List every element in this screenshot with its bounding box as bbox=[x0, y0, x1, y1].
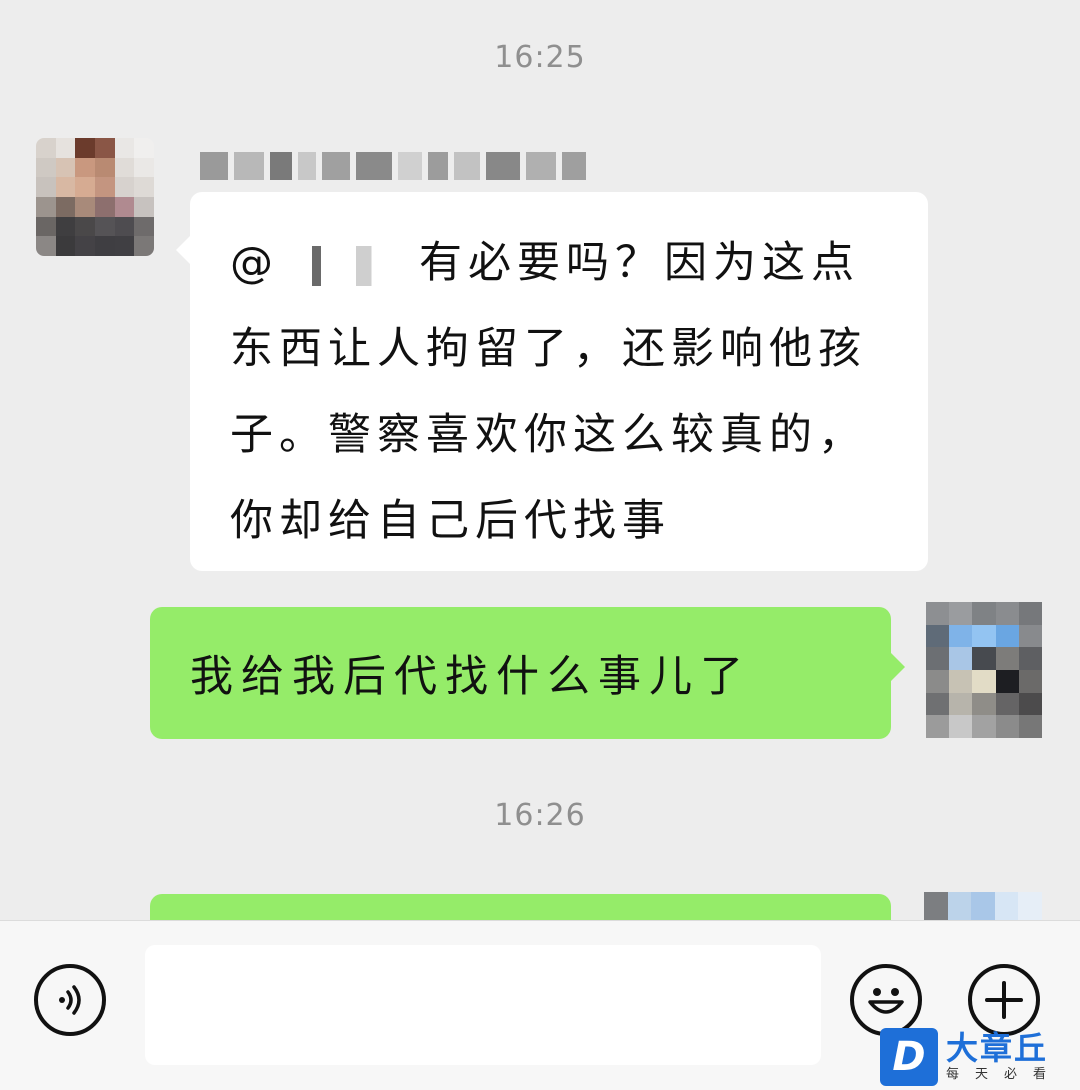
mention-redacted bbox=[279, 245, 389, 286]
watermark-title: 大章丘 bbox=[946, 1029, 1049, 1067]
emoji-glyph bbox=[868, 988, 904, 1014]
watermark-subtitle: 每天必看 bbox=[946, 1067, 1063, 1082]
chat-area[interactable]: 16:25 @ 有必要吗？因为这点东西让人拘留了，还影响他孩子。警察喜欢你这么较真… bbox=[0, 0, 1080, 920]
watermark-logo: D bbox=[880, 1028, 938, 1086]
outgoing-message-bubble[interactable]: 我给我后代找什么事儿了 bbox=[150, 607, 905, 739]
voice-icon[interactable] bbox=[34, 964, 106, 1036]
own-avatar[interactable] bbox=[924, 892, 1042, 920]
plus-glyph bbox=[985, 981, 1023, 1019]
incoming-message-text: @ 有必要吗？因为这点东西让人拘留了，还影响他孩子。警察喜欢你这么较真的，你却给自… bbox=[230, 238, 867, 546]
message-input[interactable] bbox=[145, 945, 821, 1065]
watermark: D 大章丘 每天必看 bbox=[880, 1025, 1080, 1089]
sender-avatar[interactable] bbox=[36, 138, 154, 256]
own-avatar[interactable] bbox=[926, 602, 1042, 738]
incoming-message-bubble[interactable]: @ 有必要吗？因为这点东西让人拘留了，还影响他孩子。警察喜欢你这么较真的，你却给自… bbox=[176, 192, 928, 571]
outgoing-message-text: 我给我后代找什么事儿了 bbox=[190, 652, 751, 702]
voice-glyph bbox=[59, 985, 81, 1015]
timestamp: 16:26 bbox=[494, 798, 586, 833]
sender-name-redacted bbox=[200, 146, 595, 186]
outgoing-message-bubble[interactable] bbox=[150, 894, 891, 920]
timestamp: 16:25 bbox=[494, 40, 586, 75]
